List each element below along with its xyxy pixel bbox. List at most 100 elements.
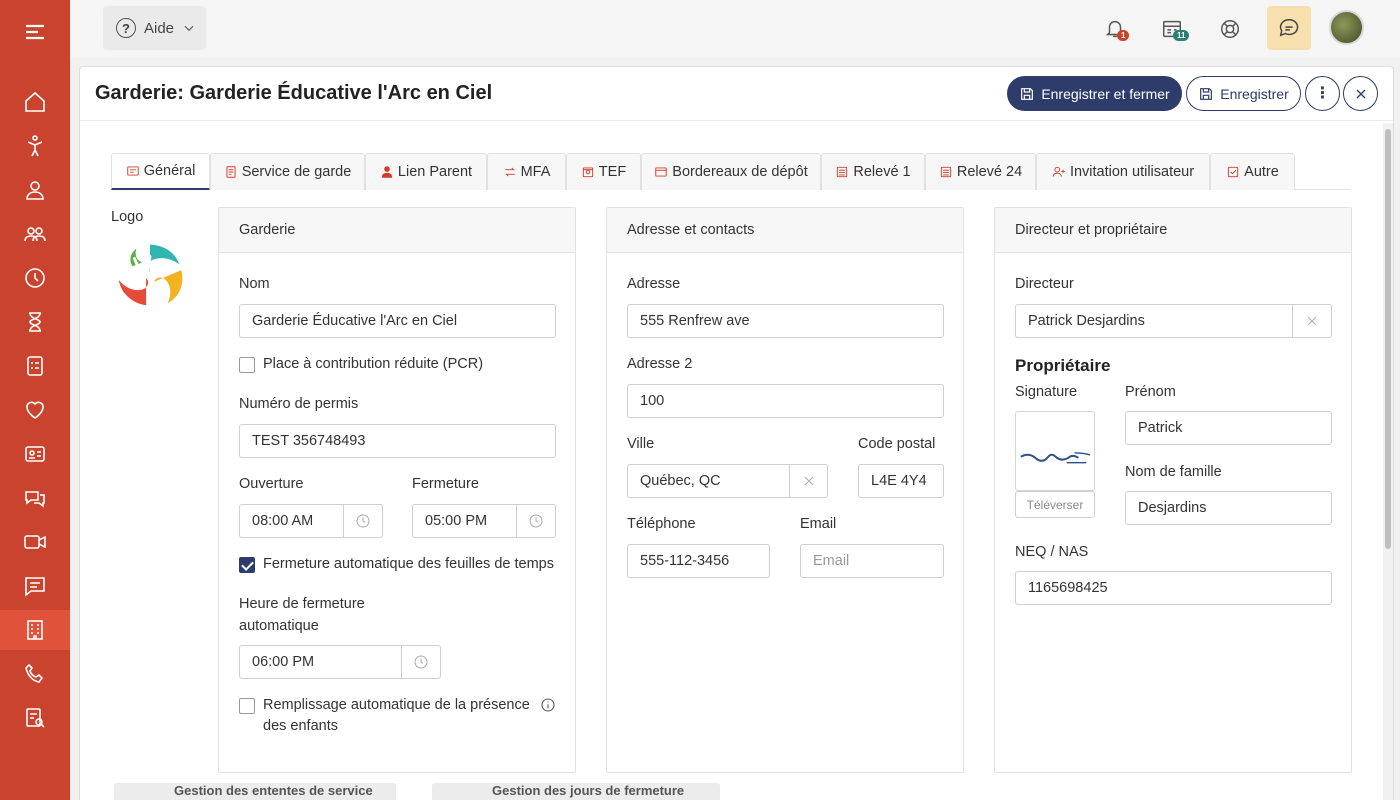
home-icon (25, 91, 45, 112)
prenom-input[interactable]: Patrick (1125, 411, 1332, 445)
sidebar (0, 0, 70, 800)
chat-button[interactable] (1267, 6, 1311, 50)
tab-label: Relevé 1 (853, 164, 911, 180)
ouverture-time-picker[interactable] (343, 504, 383, 538)
adresse-card: Adresse et contacts Adresse 555 Renfrew … (606, 207, 964, 773)
hamburger-icon (26, 24, 44, 40)
prenom-label: Prénom (1125, 384, 1176, 400)
directeur-input[interactable]: Patrick Desjardins (1015, 304, 1293, 338)
notification-badge: 1 (1117, 30, 1130, 41)
adresse2-label: Adresse 2 (627, 356, 693, 372)
closure-days-button[interactable]: Gestion des jours de fermeture (432, 783, 720, 800)
adresse2-input[interactable]: 100 (627, 384, 944, 418)
pcr-label: Place à contribution réduite (PCR) (263, 356, 484, 372)
scrollbar-thumb[interactable] (1385, 129, 1391, 549)
telephone-input[interactable]: 555-112-3456 (627, 544, 770, 578)
sidebar-item-phone[interactable] (0, 654, 70, 694)
email-label: Email (800, 516, 837, 532)
kebab-icon: ⋮ (1314, 84, 1331, 102)
tab-releve-24[interactable]: Relevé 24 (925, 153, 1036, 190)
tab-releve-1[interactable]: Relevé 1 (821, 153, 925, 190)
sidebar-item-home[interactable] (0, 82, 70, 122)
sidebar-item-group[interactable] (0, 214, 70, 254)
sidebar-item-messages[interactable] (0, 566, 70, 606)
sidebar-item-reports[interactable] (0, 698, 70, 738)
neq-input[interactable]: 1165698425 (1015, 571, 1332, 605)
save-button[interactable]: Enregistrer (1186, 76, 1301, 111)
heure-fermeture-picker[interactable] (401, 645, 441, 679)
save-icon (1021, 87, 1034, 100)
sidebar-item-checklist[interactable] (0, 346, 70, 386)
tab-invitation-utilisateur[interactable]: Invitation utilisateur (1036, 153, 1210, 190)
sidebar-item-health[interactable] (0, 390, 70, 430)
tab-service-de-garde[interactable]: Service de garde (210, 153, 365, 190)
ville-input[interactable]: Québec, QC (627, 464, 790, 498)
tab-tef[interactable]: TEF (566, 153, 641, 190)
more-options-button[interactable]: ⋮ (1305, 76, 1340, 111)
tab-bordereaux[interactable]: Bordereaux de dépôt (641, 153, 821, 190)
sidebar-item-child[interactable] (0, 126, 70, 166)
heure-fermeture-input[interactable]: 06:00 PM (239, 645, 402, 679)
notifications-button[interactable]: 1 (1100, 14, 1130, 44)
question-icon: ? (116, 18, 136, 38)
logo-label: Logo (111, 209, 144, 225)
tab-label: TEF (598, 164, 627, 180)
tab-general[interactable]: Général (111, 153, 210, 190)
remplissage-label-line2: des enfants (263, 718, 338, 734)
sidebar-item-user[interactable] (0, 170, 70, 210)
tab-bar: Général Service de garde Lien Parent MFA… (111, 153, 1351, 190)
save-and-close-button[interactable]: Enregistrer et fermer (1007, 76, 1182, 111)
user-icon (26, 181, 44, 200)
sidebar-item-clock[interactable] (0, 258, 70, 298)
card-header: Adresse et contacts (607, 208, 963, 253)
sidebar-item-hourglass[interactable] (0, 302, 70, 342)
directeur-clear-button[interactable] (1292, 304, 1332, 338)
help-label: Aide (144, 19, 175, 37)
remplissage-checkbox[interactable] (239, 698, 255, 714)
sidebar-item-idcard[interactable] (0, 434, 70, 474)
pcr-checkbox[interactable] (239, 357, 255, 373)
tab-lien-parent[interactable]: Lien Parent (365, 153, 487, 190)
sidebar-item-video[interactable] (0, 522, 70, 562)
fermeture-time-picker[interactable] (516, 504, 556, 538)
nom-famille-label: Nom de famille (1125, 464, 1222, 480)
avatar[interactable] (1329, 10, 1364, 45)
tab-label: Général (143, 163, 196, 179)
checklist-icon (27, 356, 43, 376)
id-card-icon (25, 446, 45, 462)
auto-close-checkbox[interactable] (239, 557, 255, 573)
ville-label: Ville (627, 436, 655, 452)
help-dropdown[interactable]: ? Aide (103, 6, 206, 50)
email-input[interactable]: Email (800, 544, 944, 578)
support-button[interactable] (1215, 14, 1245, 44)
ouverture-time-input[interactable]: 08:00 AM (239, 504, 344, 538)
ville-clear-button[interactable] (789, 464, 828, 498)
info-icon[interactable] (540, 697, 556, 713)
calendar-button[interactable]: 11 (1157, 14, 1190, 44)
service-agreements-button[interactable]: Gestion des ententes de service (114, 783, 396, 800)
menu-toggle-button[interactable] (0, 12, 70, 52)
clock-icon (25, 268, 45, 288)
sidebar-item-chat[interactable] (0, 478, 70, 518)
hourglass-icon (29, 312, 41, 332)
adresse-input[interactable]: 555 Renfrew ave (627, 304, 944, 338)
code-postal-input[interactable]: L4E 4Y4 (858, 464, 944, 498)
close-icon (1307, 316, 1317, 326)
tab-label: Bordereaux de dépôt (672, 164, 808, 180)
tab-autre[interactable]: Autre (1210, 153, 1295, 190)
permis-input[interactable]: TEST 356748493 (239, 424, 556, 458)
signature-label: Signature (1015, 384, 1078, 400)
nom-famille-input[interactable]: Desjardins (1125, 491, 1332, 525)
close-button[interactable] (1343, 76, 1378, 111)
sidebar-item-building[interactable] (0, 610, 70, 650)
signature-image (1015, 411, 1095, 491)
upload-signature-button[interactable]: Téléverser (1015, 491, 1095, 518)
remplissage-label: Remplissage automatique de la présence (263, 697, 530, 713)
chat-icon (1279, 19, 1299, 37)
nom-input[interactable]: Garderie Éducative l'Arc en Ciel (239, 304, 556, 338)
daycare-logo[interactable] (111, 237, 189, 315)
calendar-badge: 11 (1173, 30, 1190, 41)
users-icon (24, 227, 46, 242)
tab-mfa[interactable]: MFA (487, 153, 566, 190)
fermeture-time-input[interactable]: 05:00 PM (412, 504, 517, 538)
